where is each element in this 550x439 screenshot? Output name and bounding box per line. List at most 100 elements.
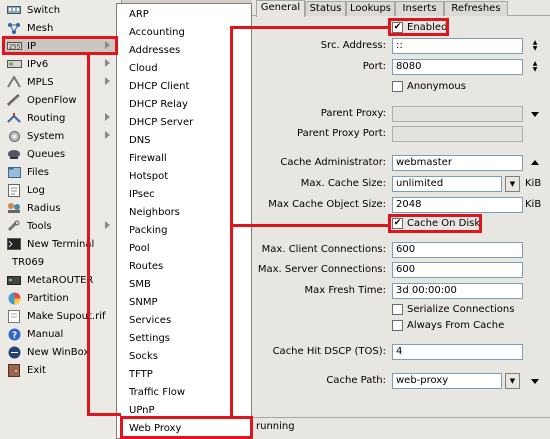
menu-item-ipv6[interactable]: IPv6: [2, 55, 118, 73]
cache-on-disk-checkbox[interactable]: ✔: [392, 217, 403, 229]
menu-item-files[interactable]: Files: [2, 163, 118, 181]
cache-on-disk-label: Cache On Disk: [407, 217, 481, 229]
serialize-connections-checkbox[interactable]: [392, 303, 403, 315]
tab-status[interactable]: Status: [305, 1, 346, 16]
menu-item-ip[interactable]: 255 IP: [2, 37, 118, 55]
cache-on-disk-checkbox-row[interactable]: ✔ Cache On Disk: [392, 215, 480, 231]
src-address-input[interactable]: ::: [392, 38, 523, 54]
submenu-item-smb[interactable]: SMB: [129, 277, 151, 293]
parent-proxy-port-input[interactable]: [392, 126, 523, 142]
exit-icon: [6, 363, 22, 377]
submenu-item-services[interactable]: Services: [129, 313, 171, 329]
menu-item-label: System: [27, 130, 65, 142]
menu-item-label: Tools: [27, 220, 52, 232]
anonymous-label: Anonymous: [407, 80, 466, 92]
menu-item-radius[interactable]: Radius: [2, 199, 118, 217]
serialize-connections-row[interactable]: Serialize Connections: [392, 301, 514, 317]
submenu-arrow-icon: [105, 221, 110, 229]
ip-icon: 255: [6, 39, 22, 53]
max-fresh-time-input[interactable]: 3d 00:00:00: [392, 283, 523, 299]
submenu-item-tftp[interactable]: TFTP: [129, 367, 153, 383]
cache-path-input[interactable]: web-proxy: [392, 373, 502, 389]
partition-icon: [6, 291, 22, 305]
max-cache-object-size-input[interactable]: 2048: [392, 197, 523, 213]
submenu-item-pool[interactable]: Pool: [129, 241, 150, 257]
menu-item-exit[interactable]: Exit: [2, 361, 118, 379]
cache-admin-input[interactable]: webmaster: [392, 155, 523, 171]
submenu-item-firewall[interactable]: Firewall: [129, 151, 167, 167]
menu-item-mpls[interactable]: MPLS: [2, 73, 118, 91]
cache-path-expand-icon[interactable]: [531, 379, 539, 384]
submenu-item-snmp[interactable]: SNMP: [129, 295, 158, 311]
submenu-item-dhcp-server[interactable]: DHCP Server: [129, 115, 193, 131]
menu-item-queues[interactable]: Queues: [2, 145, 118, 163]
max-server-connections-input[interactable]: 600: [392, 262, 523, 278]
submenu-item-web-proxy[interactable]: Web Proxy: [129, 421, 181, 437]
submenu-item-settings[interactable]: Settings: [129, 331, 170, 347]
parent-proxy-dropdown-icon[interactable]: [531, 112, 539, 117]
enabled-checkbox-row[interactable]: ✔ Enabled: [392, 19, 447, 35]
menu-item-manual[interactable]: ? Manual: [2, 325, 118, 343]
always-from-cache-checkbox[interactable]: [392, 319, 403, 331]
max-cache-size-input[interactable]: unlimited: [392, 176, 502, 192]
tab-refreshes[interactable]: Refreshes: [444, 1, 508, 16]
menu-item-routing[interactable]: Routing: [2, 109, 118, 127]
submenu-item-dhcp-relay[interactable]: DHCP Relay: [129, 97, 188, 113]
tab-inserts[interactable]: Inserts: [395, 1, 444, 16]
src-address-spinner-icon[interactable]: ▲ ▼: [530, 38, 540, 54]
submenu-item-hotspot[interactable]: Hotspot: [129, 169, 168, 185]
cache-hit-dscp-input[interactable]: 4: [392, 344, 523, 360]
max-cache-size-label: Max. Cache Size:: [300, 178, 386, 189]
tab-lookups[interactable]: Lookups: [346, 1, 395, 16]
menu-item-label: Files: [27, 166, 49, 178]
submenu-item-dhcp-client[interactable]: DHCP Client: [129, 79, 189, 95]
menu-item-label: Radius: [27, 202, 61, 214]
anonymous-checkbox-row[interactable]: Anonymous: [392, 78, 466, 94]
submenu-item-upnp[interactable]: UPnP: [129, 403, 155, 419]
tab-general[interactable]: General: [256, 0, 305, 17]
cache-path-dropdown-icon[interactable]: ▼: [505, 373, 520, 389]
always-from-cache-row[interactable]: Always From Cache: [392, 317, 504, 333]
submenu-item-arp[interactable]: ARP: [129, 7, 149, 23]
anonymous-checkbox[interactable]: [392, 80, 403, 92]
port-spinner-icon[interactable]: ▲ ▼: [530, 59, 540, 75]
submenu-item-packing[interactable]: Packing: [129, 223, 167, 239]
menu-item-new-terminal[interactable]: New Terminal: [2, 235, 118, 253]
src-address-label: Src. Address:: [320, 40, 386, 51]
menu-item-log[interactable]: Log: [2, 181, 118, 199]
files-icon: [6, 165, 22, 179]
max-client-connections-input[interactable]: 600: [392, 242, 523, 258]
cache-admin-collapse-icon[interactable]: [531, 160, 539, 165]
submenu-item-neighbors[interactable]: Neighbors: [129, 205, 180, 221]
submenu-item-routes[interactable]: Routes: [129, 259, 163, 275]
menu-item-switch[interactable]: Switch: [2, 1, 118, 19]
port-input[interactable]: 8080: [392, 59, 523, 75]
menu-item-mesh[interactable]: Mesh: [2, 19, 118, 37]
menu-item-system[interactable]: System: [2, 127, 118, 145]
submenu-item-cloud[interactable]: Cloud: [129, 61, 158, 77]
menu-item-partition[interactable]: Partition: [2, 289, 118, 307]
parent-proxy-input[interactable]: [392, 106, 523, 122]
max-cache-size-dropdown-icon[interactable]: ▼: [505, 176, 520, 192]
menu-item-tools[interactable]: Tools: [2, 217, 118, 235]
menu-item-metarouter[interactable]: MetaROUTER: [2, 271, 118, 289]
submenu-item-dns[interactable]: DNS: [129, 133, 151, 149]
always-from-cache-label: Always From Cache: [407, 319, 505, 331]
submenu-item-traffic-flow[interactable]: Traffic Flow: [129, 385, 185, 401]
submenu-item-ipsec[interactable]: IPsec: [129, 187, 155, 203]
supout-icon: [6, 309, 22, 323]
submenu-item-socks[interactable]: Socks: [129, 349, 158, 365]
menu-item-label: TR069: [12, 256, 45, 268]
queues-icon: [6, 147, 22, 161]
menu-item-make-supout[interactable]: Make Supout.rif: [2, 307, 118, 325]
openflow-icon: [6, 93, 22, 107]
status-bar: running: [252, 417, 550, 439]
menu-item-tr069[interactable]: TR069: [2, 253, 118, 271]
submenu-item-accounting[interactable]: Accounting: [129, 25, 185, 41]
max-cache-size-unit: KiB: [525, 178, 542, 189]
enabled-checkbox[interactable]: ✔: [392, 21, 403, 33]
menu-item-openflow[interactable]: OpenFlow: [2, 91, 118, 109]
ip-submenu: ARP Accounting Addresses Cloud DHCP Clie…: [116, 3, 252, 439]
menu-item-new-winbox[interactable]: New WinBox: [2, 343, 118, 361]
submenu-item-addresses[interactable]: Addresses: [129, 43, 180, 59]
